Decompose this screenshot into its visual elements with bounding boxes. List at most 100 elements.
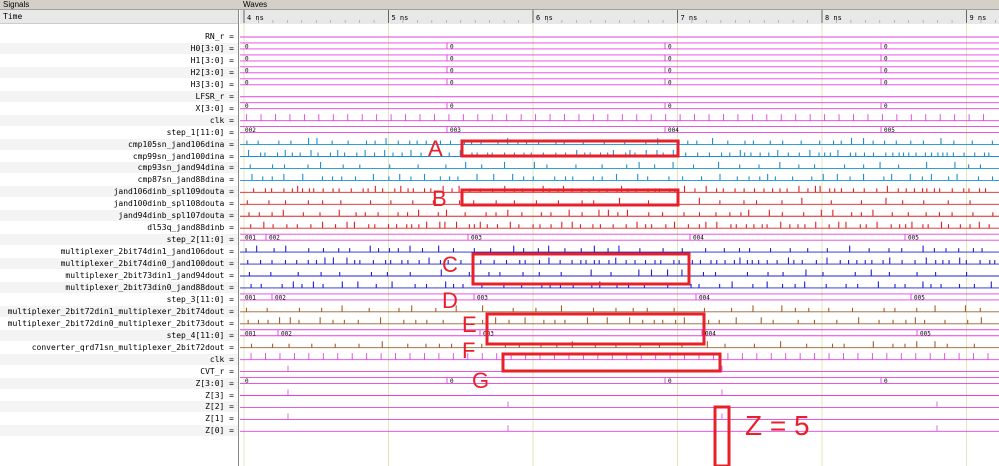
- signal-name[interactable]: Z[2] =: [0, 401, 238, 413]
- signal-wave[interactable]: [240, 269, 999, 277]
- signal-name[interactable]: converter_qrd71sn_multiplexer_2bit72dout…: [0, 342, 238, 353]
- signal-wave[interactable]: 002 003 004 005: [240, 126, 999, 135]
- signal-wave[interactable]: [240, 317, 999, 325]
- signal-name[interactable]: cmp93sn_jand94dina =: [0, 162, 238, 174]
- signal-name[interactable]: X[3:0] =: [0, 103, 238, 114]
- bus-value: 0: [450, 55, 454, 62]
- signal-name[interactable]: jand106dinb_spl109douta =: [0, 186, 238, 198]
- annotation-label: D: [442, 288, 458, 313]
- signal-name[interactable]: H2[3:0] =: [0, 66, 238, 78]
- signal-wave[interactable]: [240, 245, 999, 253]
- signal-name[interactable]: Z[3:0] =: [0, 377, 238, 389]
- time-ruler: 4 ns 5 ns 6 ns 7 ns 8 ns 9 ns: [240, 10, 999, 24]
- bus-value: 002: [281, 330, 292, 337]
- bus-value: 002: [275, 294, 286, 301]
- bus-value: 0: [884, 79, 888, 86]
- bus-value: 002: [269, 235, 280, 242]
- time-tick-label: 4 ns: [247, 14, 264, 22]
- bus-value: 0: [884, 103, 888, 110]
- signal-name[interactable]: cmp105sn_jand106dina =: [0, 138, 238, 150]
- signal-name[interactable]: multiplexer_2bit72din0_multiplexer_2bit7…: [0, 318, 238, 329]
- signal-wave[interactable]: 0 0 0 0: [240, 66, 999, 75]
- time-tick-label: 8 ns: [825, 14, 842, 22]
- signal-wave[interactable]: [240, 305, 999, 313]
- annotation-label: Z = 5: [745, 410, 810, 441]
- bus-value: 003: [477, 294, 488, 301]
- signal-name[interactable]: H1[3:0] =: [0, 55, 238, 66]
- signal-name[interactable]: cmp99sn_jand100dina =: [0, 151, 238, 162]
- bus-value: 0: [668, 378, 672, 385]
- waves-pane[interactable]: 4 ns 5 ns 6 ns 7 ns 8 ns 9 ns 0 0 0 0 0 0 0 0 0 0 0 0 0 0 0 0…: [240, 10, 999, 466]
- waveform-canvas[interactable]: 4 ns 5 ns 6 ns 7 ns 8 ns 9 ns0 0 0 00 0 0 00 0 0 00 0 0 0…: [240, 10, 999, 466]
- bus-value: 002: [245, 127, 256, 134]
- bus-value: 0: [884, 378, 888, 385]
- signal-name[interactable]: multiplexer_2bit73din1_jand94dout =: [0, 270, 238, 281]
- bus-value: 0: [668, 79, 672, 86]
- signal-wave[interactable]: [240, 389, 999, 396]
- signal-wave[interactable]: [240, 425, 999, 432]
- waveform-viewer: Signals Waves Time RN_r = H0[3:0] = H1[3:0…: [0, 0, 999, 466]
- annotation-label: C: [442, 252, 458, 277]
- signal-name[interactable]: dl53q_jand88dinb =: [0, 222, 238, 233]
- bus-value: 005: [908, 235, 919, 242]
- signal-name[interactable]: RN_r =: [0, 31, 238, 42]
- signal-name[interactable]: H3[3:0] =: [0, 79, 238, 90]
- signal-name[interactable]: multiplexer_2bit72din1_multiplexer_2bit7…: [0, 305, 238, 317]
- signal-wave[interactable]: [240, 257, 999, 265]
- signal-wave[interactable]: [240, 173, 999, 181]
- annotation-label: G: [472, 368, 489, 393]
- signal-wave[interactable]: [240, 401, 999, 408]
- signal-wave[interactable]: [240, 161, 999, 169]
- signal-wave[interactable]: [240, 221, 999, 229]
- signal-name[interactable]: multiplexer_2bit73din0_jand88dout =: [0, 281, 238, 293]
- bus-value: 001: [245, 330, 256, 337]
- time-tick-label: 9 ns: [970, 14, 987, 22]
- signal-name[interactable]: multiplexer_2bit74din0_jand100dout =: [0, 258, 238, 270]
- signal-name[interactable]: Z[3] =: [0, 390, 238, 401]
- signal-wave[interactable]: 001 002 003 004 005: [240, 329, 999, 338]
- time-tick-label: 5 ns: [392, 14, 409, 22]
- signal-name[interactable]: jand94dinb_spl107douta =: [0, 210, 238, 222]
- bus-value: 0: [884, 55, 888, 62]
- signal-wave[interactable]: 001 002 003 004 005: [240, 293, 999, 302]
- signal-name[interactable]: multiplexer_2bit74din1_jand106dout =: [0, 246, 238, 257]
- bus-value: 004: [668, 127, 679, 134]
- signal-name[interactable]: cmp87sn_jand88dina =: [0, 174, 238, 185]
- signals-pane[interactable]: Time RN_r = H0[3:0] = H1[3:0] = H2[3:0] = H3…: [0, 10, 239, 466]
- annotation-label: A: [428, 136, 443, 161]
- signal-wave[interactable]: 0 0 0 0: [240, 377, 999, 386]
- bus-value: 0: [884, 67, 888, 74]
- annotation-box: [501, 352, 722, 373]
- bus-value: 0: [245, 79, 249, 86]
- bus-value: 005: [914, 294, 925, 301]
- bus-value: 0: [884, 43, 888, 50]
- signal-wave[interactable]: 0 0 0 0: [240, 42, 999, 51]
- signal-name[interactable]: jand100dinb_spl108douta =: [0, 198, 238, 209]
- signal-wave[interactable]: 0 0 0 0: [240, 78, 999, 87]
- signal-wave[interactable]: [240, 209, 999, 217]
- bus-value: 0: [450, 43, 454, 50]
- signal-name[interactable]: Z[0] =: [0, 425, 238, 437]
- signal-name[interactable]: clk =: [0, 114, 238, 126]
- bus-value: 0: [245, 43, 249, 50]
- signal-name[interactable]: LFSR_r =: [0, 90, 238, 102]
- signal-wave[interactable]: [240, 413, 999, 420]
- signal-name[interactable]: Z[1] =: [0, 413, 238, 424]
- signal-wave[interactable]: 001 002 003 004 005: [240, 233, 999, 242]
- bus-value: 005: [884, 127, 895, 134]
- signal-name[interactable]: clk =: [0, 353, 238, 365]
- annotation-label: B: [432, 186, 447, 211]
- signals-pane-header: Signals: [0, 0, 240, 10]
- signal-name[interactable]: step_4[11:0] =: [0, 329, 238, 341]
- signal-name[interactable]: step_1[11:0] =: [0, 127, 238, 138]
- signal-wave[interactable]: [240, 114, 999, 122]
- signal-wave[interactable]: 0 0 0 0: [240, 54, 999, 63]
- bus-value: 0: [668, 55, 672, 62]
- signal-name[interactable]: step_3[11:0] =: [0, 294, 238, 305]
- signal-name[interactable]: H0[3:0] =: [0, 42, 238, 54]
- signal-name[interactable]: CVT_r =: [0, 366, 238, 377]
- signal-name[interactable]: step_2[11:0] =: [0, 234, 238, 246]
- signal-wave[interactable]: [240, 197, 999, 205]
- bus-value: 0: [668, 67, 672, 74]
- signal-wave[interactable]: 0 0 0 0: [240, 102, 999, 111]
